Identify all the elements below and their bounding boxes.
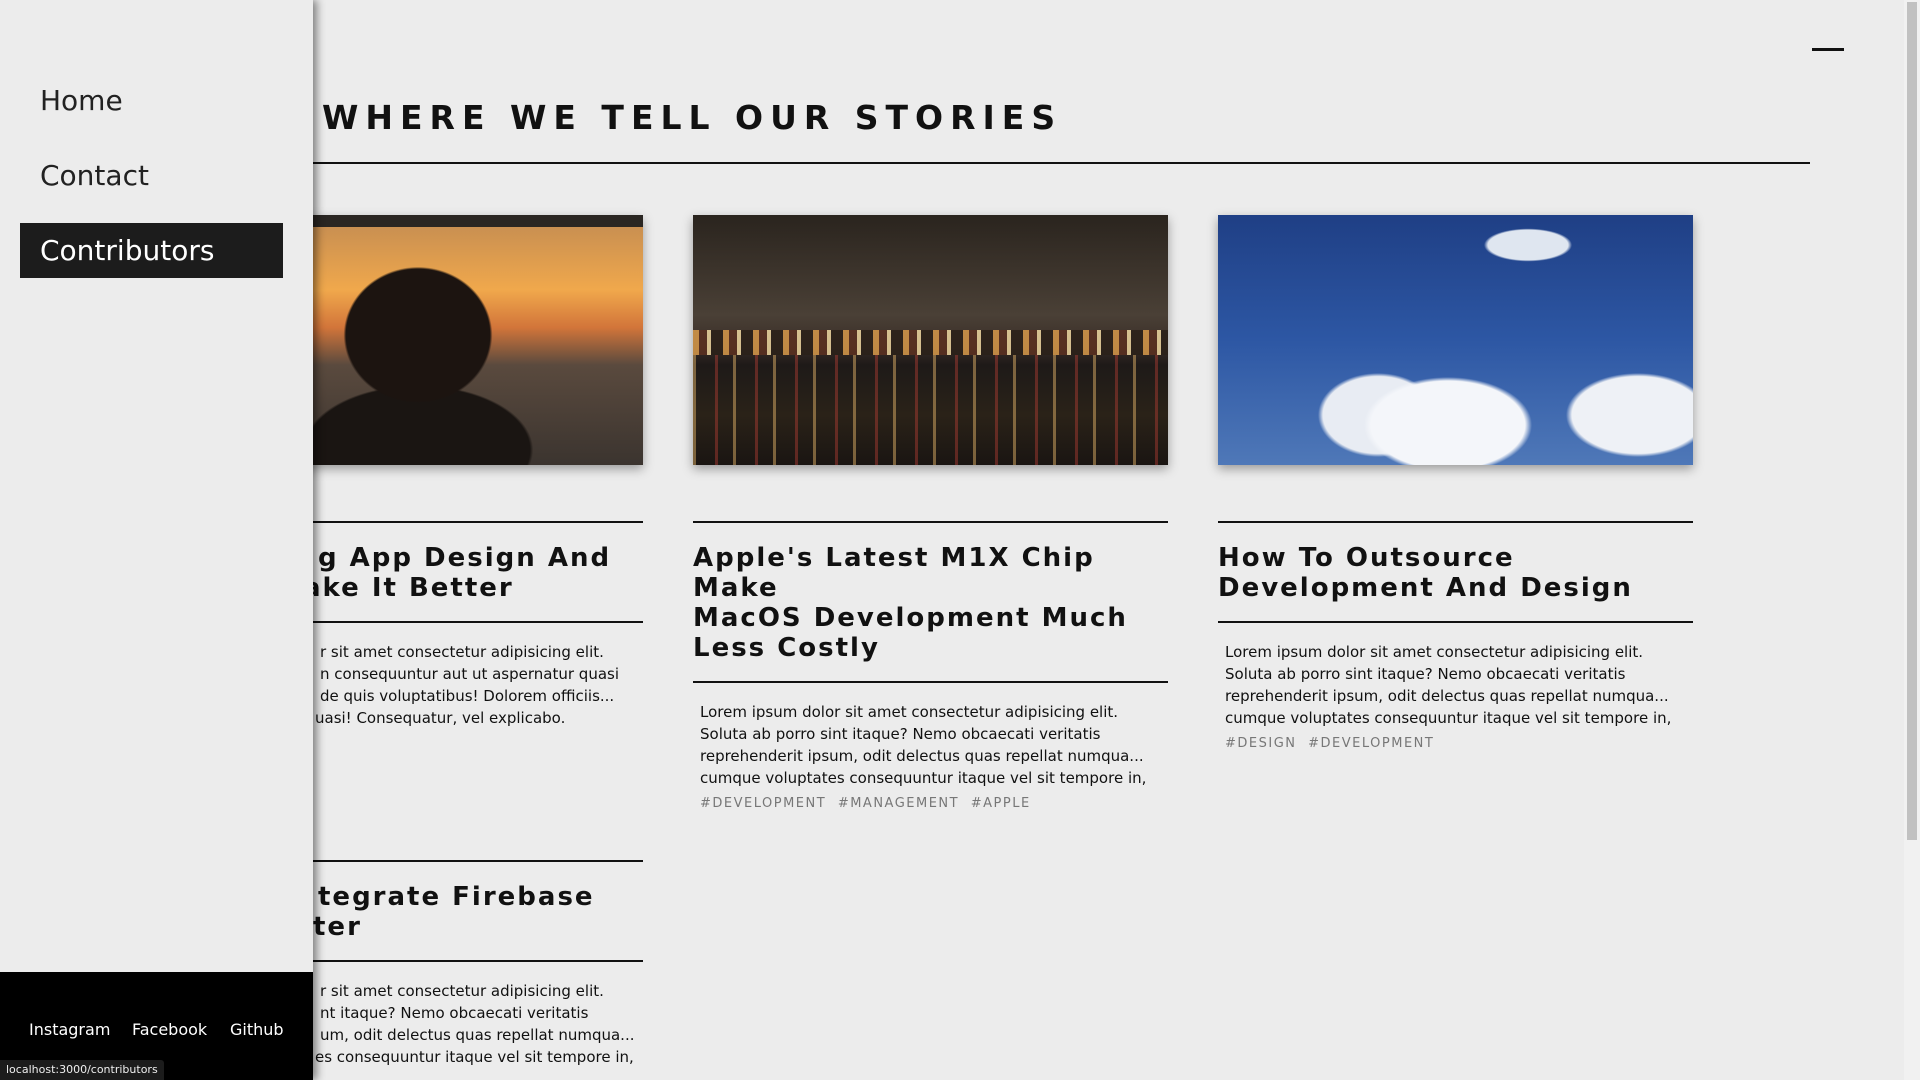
post-image[interactable] <box>693 215 1168 465</box>
footer-link-instagram[interactable]: Instagram <box>29 1020 110 1039</box>
hamburger-menu-icon[interactable] <box>1812 48 1844 51</box>
post-title[interactable]: How To Outsource Development And Design <box>1218 543 1693 603</box>
tag[interactable]: #DESIGN <box>1225 736 1297 751</box>
scrollbar-thumb[interactable] <box>1907 2 1917 840</box>
nav-item-contact[interactable]: Contact <box>20 148 283 203</box>
divider <box>693 681 1168 683</box>
footer-link-github[interactable]: Github <box>230 1020 284 1039</box>
post-excerpt: Lorem ipsum dolor sit amet consectetur a… <box>700 703 1147 787</box>
post-image[interactable] <box>1218 215 1693 465</box>
divider <box>693 521 1168 523</box>
nav-item-contributors[interactable]: Contributors <box>20 223 283 278</box>
divider <box>1218 621 1693 623</box>
footer-link-facebook[interactable]: Facebook <box>132 1020 207 1039</box>
scrollbar[interactable] <box>1904 0 1920 1080</box>
title-divider <box>290 162 1810 164</box>
post-tags: #DESIGN #DEVELOPMENT <box>1225 736 1686 751</box>
post-card[interactable]: Apple's Latest M1X Chip Make MacOS Devel… <box>693 215 1168 811</box>
nav-item-home[interactable]: Home <box>20 73 283 128</box>
tag[interactable]: #MANAGEMENT <box>838 796 959 811</box>
post-tags: #DEVELOPMENT #MANAGEMENT #APPLE <box>700 796 1161 811</box>
tag[interactable]: #APPLE <box>971 796 1031 811</box>
tag[interactable]: #DEVELOPMENT <box>1308 736 1434 751</box>
page-title: WHERE WE TELL OUR STORIES <box>322 98 1063 137</box>
divider <box>1218 521 1693 523</box>
side-navigation: Home Contact Contributors Instagram Face… <box>0 0 313 1080</box>
status-bar-url: localhost:3000/contributors <box>0 1060 164 1080</box>
tag[interactable]: #DEVELOPMENT <box>700 796 826 811</box>
post-title[interactable]: Apple's Latest M1X Chip Make MacOS Devel… <box>693 543 1168 663</box>
post-card[interactable]: How To Outsource Development And Design … <box>1218 215 1693 751</box>
post-excerpt: Lorem ipsum dolor sit amet consectetur a… <box>1225 643 1672 727</box>
